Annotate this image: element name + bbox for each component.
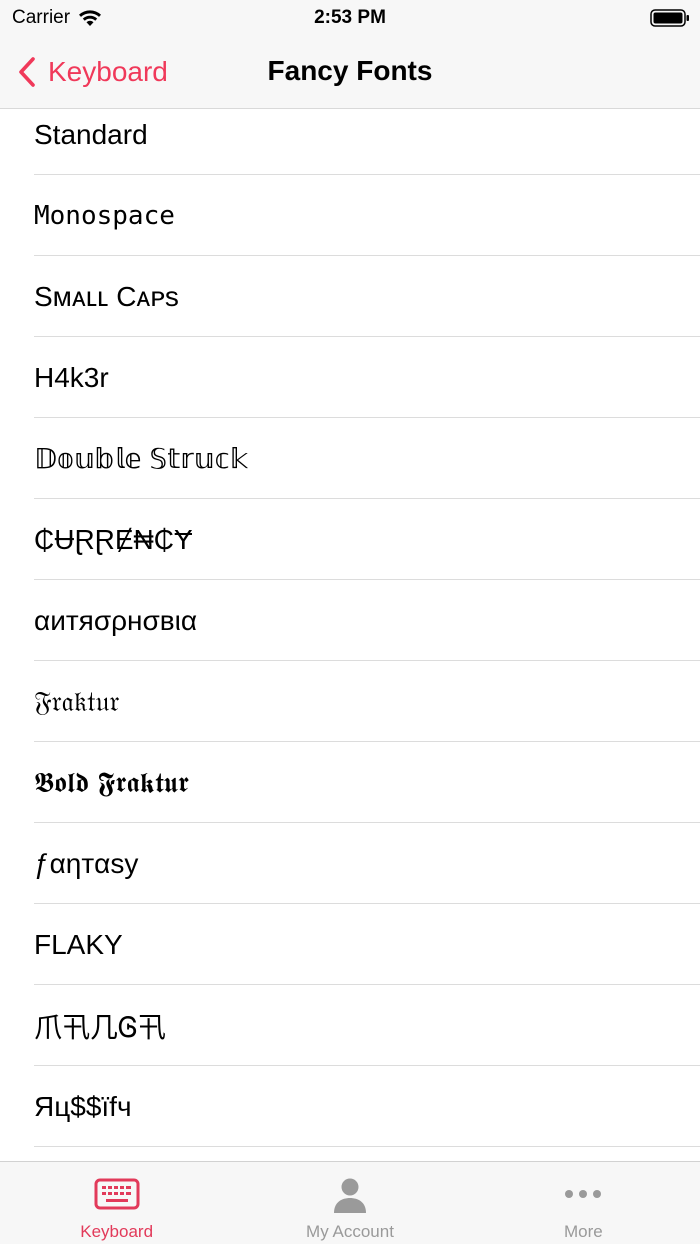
list-item-currency[interactable]: ₵ɄⱤⱤɆ₦₵Ɏ — [0, 499, 700, 580]
list-item-label: ₵ɄⱤⱤɆ₦₵Ɏ — [34, 523, 193, 555]
list-item-double-struck[interactable]: 𝔻𝕠𝕦𝕓𝕝𝕖 𝕊𝕥𝕣𝕦𝕔𝕜 — [0, 418, 700, 499]
status-time: 2:53 PM — [314, 7, 386, 28]
status-bar: Carrier 2:53 PM — [0, 0, 700, 40]
tab-keyboard[interactable]: Keyboard — [0, 1162, 233, 1244]
list-item-standard[interactable]: Standard — [0, 109, 700, 175]
list-item-label: H4k3r — [34, 361, 109, 393]
font-list: Standard Monospace Sᴍᴀʟʟ Cᴀᴘs H4k3r 𝔻𝕠𝕦𝕓… — [0, 109, 700, 1161]
list-item-label: Monospace — [34, 200, 175, 231]
list-item-flaky[interactable]: FLAKY — [0, 904, 700, 985]
tab-bar: Keyboard My Account More — [0, 1161, 700, 1244]
list-item-h4k3r[interactable]: H4k3r — [0, 337, 700, 418]
list-item-label: Яц$$ïfч — [34, 1090, 132, 1122]
person-icon — [333, 1178, 366, 1213]
list-item-label: Standard — [34, 119, 148, 150]
list-item-label: FLAKY — [34, 928, 123, 960]
list-item-label: Sᴍᴀʟʟ Cᴀᴘs — [34, 280, 179, 312]
battery-icon — [650, 9, 689, 27]
tab-more-label: More — [563, 1222, 603, 1241]
list-item-antisymbolic[interactable]: αитяσρнσвια — [0, 580, 700, 661]
list-item-manga[interactable]: 爪卂几Ꮆ卂 — [0, 985, 700, 1066]
app-screen: Carrier 2:53 PM Keyboard Fancy Fonts Sta… — [0, 0, 700, 1244]
list-item-bold-fraktur[interactable]: 𝕭𝖔𝖑𝖉 𝕱𝖗𝖆𝖐𝖙𝖚𝖗 — [0, 742, 700, 823]
list-item-label: 爪卂几Ꮆ卂 — [34, 1011, 166, 1043]
list-item-small-caps[interactable]: Sᴍᴀʟʟ Cᴀᴘs — [0, 256, 700, 337]
tab-more[interactable]: More — [467, 1162, 700, 1244]
tab-keyboard-label: Keyboard — [80, 1222, 154, 1241]
list-item-russify[interactable]: Яц$$ïfч — [0, 1066, 700, 1147]
tab-my-account[interactable]: My Account — [233, 1162, 466, 1244]
page-title: Fancy Fonts — [267, 55, 433, 86]
list-item-fantasy[interactable]: ƒαηтαѕу — [0, 823, 700, 904]
list-item-label: αитяσρнσвια — [34, 604, 198, 636]
list-item-label: 𝔻𝕠𝕦𝕓𝕝𝕖 𝕊𝕥𝕣𝕦𝕔𝕜 — [34, 443, 249, 474]
tab-my-account-label: My Account — [306, 1222, 394, 1241]
list-item-label: 𝔉𝔯𝔞𝔨𝔱𝔲𝔯 — [34, 684, 120, 718]
keyboard-icon — [94, 1178, 140, 1210]
list-item-label: ƒαηтαѕу — [34, 847, 139, 879]
ellipsis-icon — [565, 1190, 602, 1198]
list-item-monospace[interactable]: Monospace — [0, 175, 700, 256]
navigation-bar: Keyboard Fancy Fonts — [0, 40, 700, 109]
list-item-fraktur[interactable]: 𝔉𝔯𝔞𝔨𝔱𝔲𝔯 — [0, 661, 700, 742]
list-item-label: 𝕭𝖔𝖑𝖉 𝕱𝖗𝖆𝖐𝖙𝖚𝖗 — [34, 765, 189, 799]
